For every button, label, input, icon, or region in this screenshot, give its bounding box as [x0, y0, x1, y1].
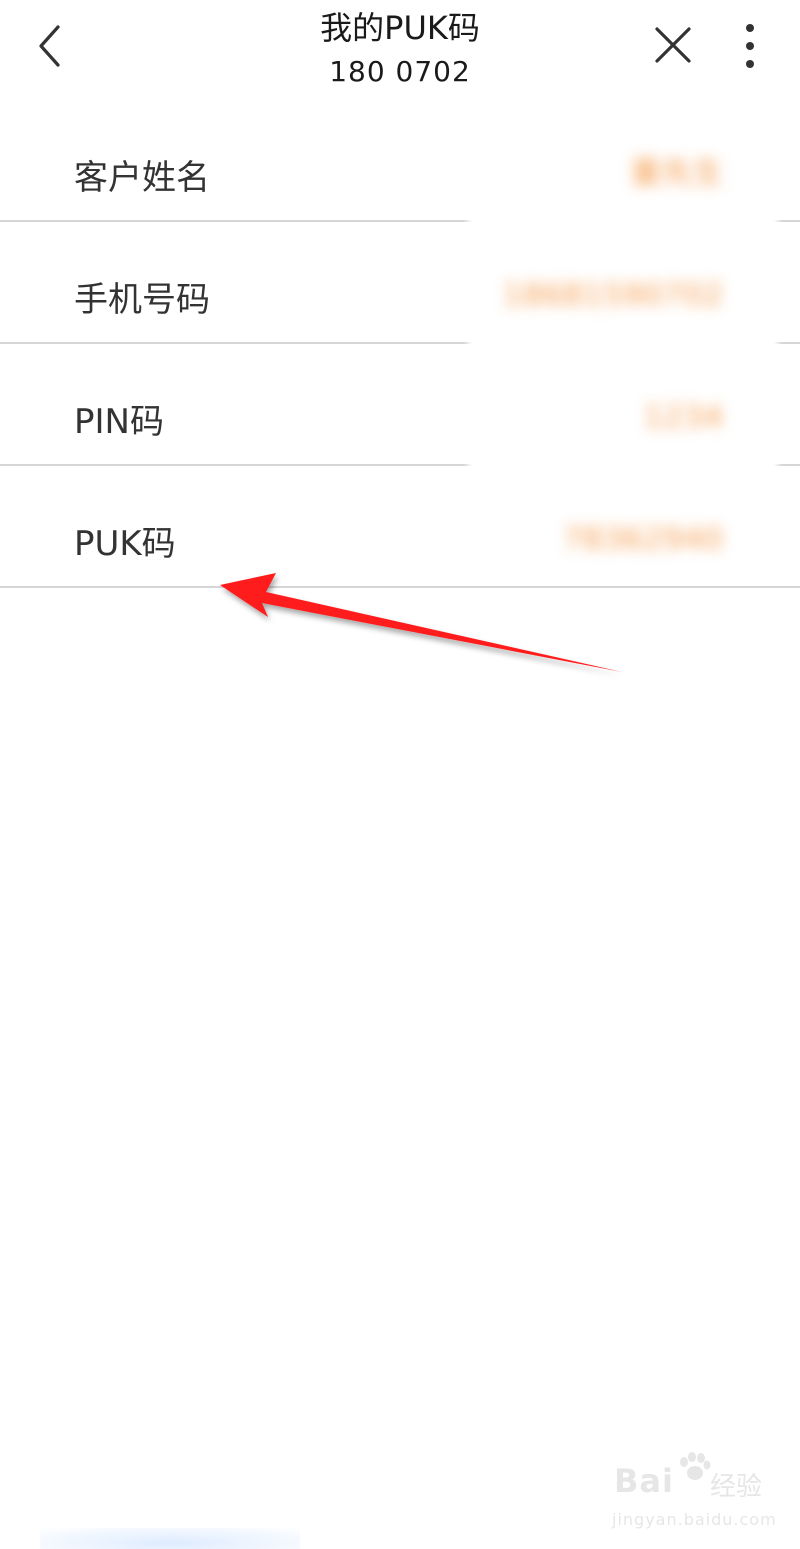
info-row-phone-number: 手机号码 18681590702 [0, 222, 800, 352]
row-label: 客户姓名 [74, 158, 210, 198]
info-list: 客户姓名 董先生 手机号码 18681590702 PIN码 1234 PUK码… [0, 100, 800, 588]
more-button[interactable] [732, 20, 768, 72]
watermark-brand-suffix: 经验 [710, 1472, 763, 1502]
chevron-left-icon [39, 25, 60, 67]
info-row-customer-name: 客户姓名 董先生 [0, 100, 800, 230]
row-label: 手机号码 [74, 280, 210, 320]
row-label: PUK码 [74, 524, 176, 564]
nav-bar: 我的PUK码 180 0702 [0, 0, 800, 96]
close-icon [655, 27, 691, 63]
info-row-pin-code: PIN码 1234 [0, 344, 800, 474]
more-vertical-icon [746, 24, 754, 68]
row-label: PIN码 [74, 402, 164, 442]
row-value: 董先生 [631, 156, 724, 191]
row-value: 78362940 [563, 522, 724, 557]
row-value: 1234 [643, 400, 724, 435]
paw-logo-icon [680, 1452, 711, 1480]
watermark-url: jingyan.baidu.com [612, 1510, 777, 1529]
close-button[interactable] [648, 20, 698, 70]
page-title: 我的PUK码 [320, 9, 480, 47]
row-value: 18681590702 [503, 278, 724, 313]
bottom-glow [40, 1528, 300, 1549]
watermark-brand: Bai [614, 1462, 674, 1500]
baidu-watermark: Bai 经验 jingyan.baidu.com [612, 1452, 782, 1534]
info-row-puk-code: PUK码 78362940 [0, 466, 800, 588]
title-area: 我的PUK码 180 0702 [200, 4, 600, 90]
back-button[interactable] [28, 18, 76, 74]
page-subtitle: 180 0702 [329, 55, 471, 88]
